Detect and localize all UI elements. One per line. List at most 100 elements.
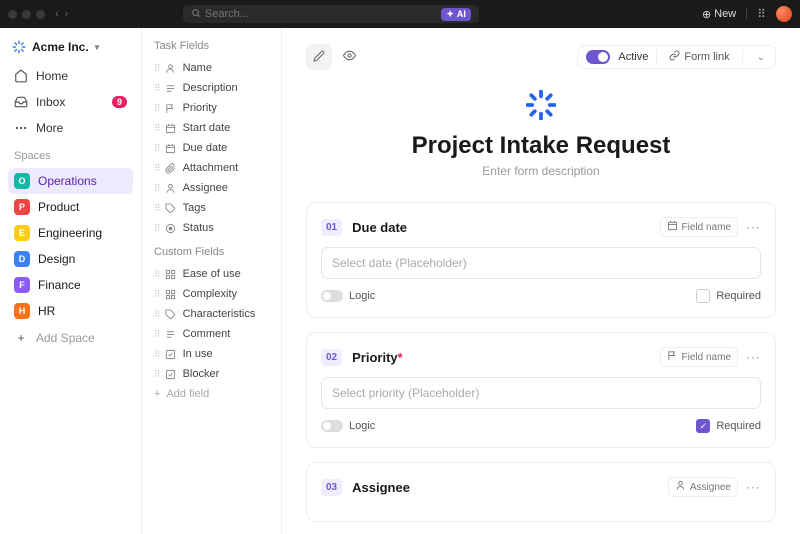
- new-button[interactable]: ⊕New: [702, 8, 736, 21]
- field-name: Start date: [183, 122, 231, 134]
- question-input[interactable]: Select priority (Placeholder): [321, 377, 761, 409]
- question-title[interactable]: Assignee: [352, 480, 410, 495]
- edit-mode-button[interactable]: [306, 44, 332, 70]
- pencil-icon: [313, 50, 325, 65]
- field-name: Characteristics: [183, 308, 256, 320]
- field-name: In use: [183, 348, 213, 360]
- space-product[interactable]: PProduct: [8, 194, 133, 220]
- field-priority[interactable]: ⠿Priority: [146, 98, 277, 118]
- status-icon: [165, 222, 177, 234]
- drag-handle-icon[interactable]: ⠿: [154, 329, 159, 340]
- question-card[interactable]: 02 Priority* Field name ⋯ Select priorit…: [306, 332, 776, 448]
- field-tag[interactable]: Field name: [660, 347, 738, 367]
- drag-handle-icon[interactable]: ⠿: [154, 103, 159, 114]
- field-tag[interactable]: Assignee: [668, 477, 738, 497]
- flag-icon: [165, 102, 177, 114]
- spaces-section-label: Spaces: [8, 142, 133, 166]
- drag-handle-icon[interactable]: ⠿: [154, 123, 159, 134]
- back-icon[interactable]: ‹: [55, 8, 59, 20]
- toolbar-dropdown[interactable]: ⌄: [751, 52, 771, 63]
- flag-icon: [667, 350, 678, 364]
- plus-icon: ⊕: [702, 8, 711, 21]
- space-name: Operations: [38, 174, 97, 188]
- form-description[interactable]: Enter form description: [306, 164, 776, 178]
- field-complexity[interactable]: ⠿Complexity: [146, 284, 277, 304]
- field-due-date[interactable]: ⠿Due date: [146, 138, 277, 158]
- field-in-use[interactable]: ⠿ In use: [146, 344, 277, 364]
- user-avatar[interactable]: [776, 6, 792, 22]
- plus-icon: +: [154, 388, 160, 400]
- active-toggle[interactable]: [586, 50, 610, 64]
- drag-handle-icon[interactable]: ⠿: [154, 289, 159, 300]
- field-start-date[interactable]: ⠿ Start date: [146, 118, 277, 138]
- nav-home[interactable]: Home: [8, 64, 133, 88]
- required-checkbox[interactable]: [696, 289, 710, 303]
- question-number: 02: [321, 349, 342, 366]
- add-field-button[interactable]: + Add field: [146, 384, 277, 404]
- space-icon: P: [14, 199, 30, 215]
- titlebar: ‹› Search... ✦AI ⊕New ⠿: [0, 0, 800, 28]
- space-hr[interactable]: HHR: [8, 298, 133, 324]
- logic-toggle[interactable]: [321, 290, 343, 302]
- question-more-button[interactable]: ⋯: [746, 479, 761, 496]
- space-engineering[interactable]: EEngineering: [8, 220, 133, 246]
- field-assignee[interactable]: ⠿Assignee: [146, 178, 277, 198]
- drag-handle-icon[interactable]: ⠿: [154, 203, 159, 214]
- field-blocker[interactable]: ⠿ Blocker: [146, 364, 277, 384]
- drag-handle-icon[interactable]: ⠿: [154, 223, 159, 234]
- question-title[interactable]: Priority*: [352, 350, 403, 365]
- question-more-button[interactable]: ⋯: [746, 219, 761, 236]
- apps-icon[interactable]: ⠿: [757, 7, 766, 21]
- inbox-count-badge: 9: [112, 96, 127, 108]
- drag-handle-icon[interactable]: ⠿: [154, 83, 159, 94]
- drag-handle-icon[interactable]: ⠿: [154, 269, 159, 280]
- drag-handle-icon[interactable]: ⠿: [154, 63, 159, 74]
- drag-handle-icon[interactable]: ⠿: [154, 183, 159, 194]
- cal-icon: [667, 220, 678, 234]
- field-name: Status: [183, 222, 214, 234]
- space-design[interactable]: DDesign: [8, 246, 133, 272]
- cal-icon: [165, 122, 177, 134]
- field-name[interactable]: ⠿Name: [146, 58, 277, 78]
- workspace-switcher[interactable]: Acme Inc. ▾: [8, 38, 133, 56]
- field-characteristics[interactable]: ⠿ Characteristics: [146, 304, 277, 324]
- form-title[interactable]: Project Intake Request: [306, 132, 776, 160]
- global-search[interactable]: Search... ✦AI: [183, 5, 479, 23]
- ai-badge[interactable]: ✦AI: [441, 8, 471, 21]
- form-link-button[interactable]: Form link: [665, 50, 733, 64]
- lines-icon: [165, 82, 177, 94]
- field-description[interactable]: ⠿Description: [146, 78, 277, 98]
- person-icon: [675, 480, 686, 494]
- question-card[interactable]: 03 Assignee Assignee ⋯: [306, 462, 776, 522]
- drag-handle-icon[interactable]: ⠿: [154, 309, 159, 320]
- space-finance[interactable]: FFinance: [8, 272, 133, 298]
- space-operations[interactable]: OOperations: [8, 168, 133, 194]
- field-status[interactable]: ⠿ Status: [146, 218, 277, 238]
- drag-handle-icon[interactable]: ⠿: [154, 369, 159, 380]
- window-controls[interactable]: [8, 10, 45, 19]
- question-input[interactable]: Select date (Placeholder): [321, 247, 761, 279]
- question-card[interactable]: 01 Due date Field name ⋯ Select date (Pl…: [306, 202, 776, 318]
- question-more-button[interactable]: ⋯: [746, 349, 761, 366]
- fields-panel: Task Fields ⠿Name⠿Description⠿Priority⠿S…: [142, 28, 282, 534]
- field-tags[interactable]: ⠿Tags: [146, 198, 277, 218]
- add-space-button[interactable]: + Add Space: [8, 326, 133, 350]
- field-name: Blocker: [183, 368, 220, 380]
- forward-icon[interactable]: ›: [65, 8, 69, 20]
- nav-arrows[interactable]: ‹›: [55, 8, 68, 20]
- required-checkbox[interactable]: ✓: [696, 419, 710, 433]
- drag-handle-icon[interactable]: ⠿: [154, 349, 159, 360]
- logic-toggle[interactable]: [321, 420, 343, 432]
- preview-mode-button[interactable]: [336, 44, 362, 70]
- home-icon: [14, 69, 28, 83]
- nav-inbox[interactable]: Inbox 9: [8, 90, 133, 114]
- field-comment[interactable]: ⠿Comment: [146, 324, 277, 344]
- drag-handle-icon[interactable]: ⠿: [154, 163, 159, 174]
- question-title[interactable]: Due date: [352, 220, 407, 235]
- drag-handle-icon[interactable]: ⠿: [154, 143, 159, 154]
- field-tag[interactable]: Field name: [660, 217, 738, 237]
- nav-more[interactable]: More: [8, 116, 133, 140]
- field-ease-of-use[interactable]: ⠿Ease of use: [146, 264, 277, 284]
- chevron-down-icon: ▾: [95, 42, 100, 53]
- field-attachment[interactable]: ⠿Attachment: [146, 158, 277, 178]
